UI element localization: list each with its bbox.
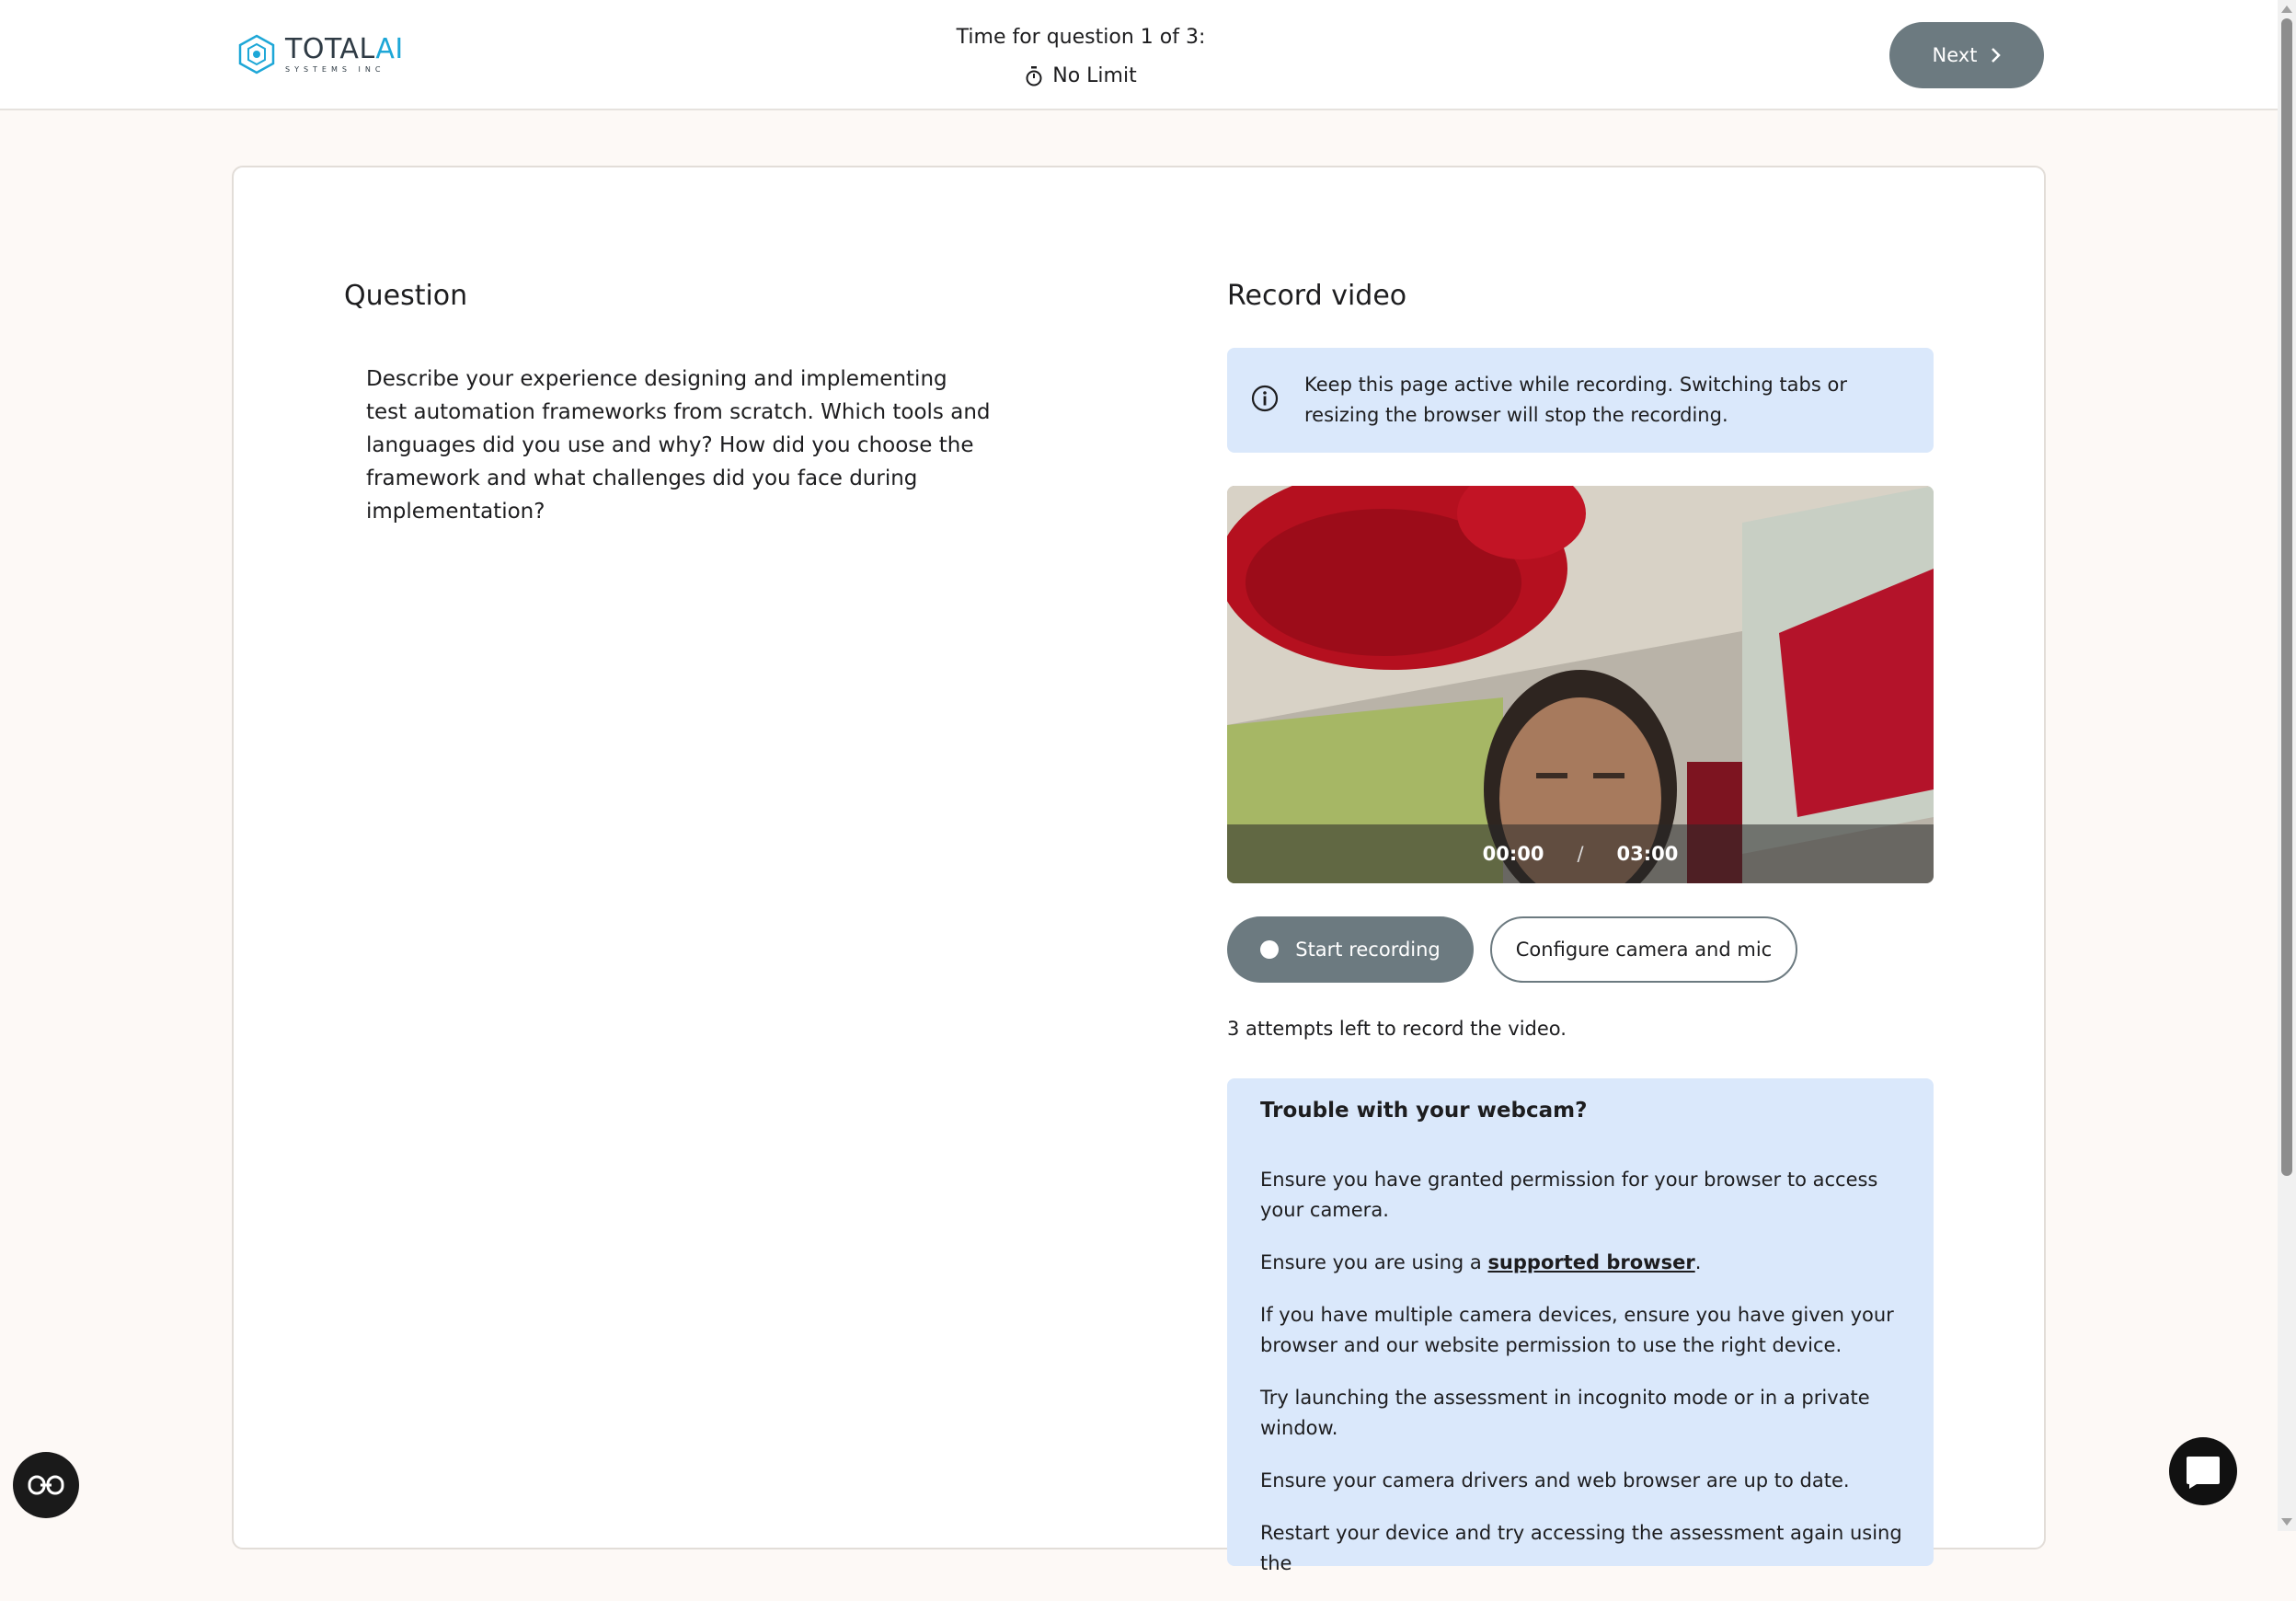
start-recording-button[interactable]: Start recording <box>1227 916 1474 983</box>
scroll-thumb[interactable] <box>2281 18 2292 1176</box>
timer-value-row: No Limit <box>947 61 1214 92</box>
time-separator: / <box>1577 843 1584 865</box>
troubleshoot-heading: Trouble with your webcam? <box>1260 1099 1588 1123</box>
chat-button[interactable] <box>2169 1437 2237 1505</box>
tip-incognito: Try launching the assessment in incognit… <box>1260 1387 1870 1439</box>
info-icon <box>1251 385 1279 412</box>
accessibility-button[interactable] <box>13 1452 79 1518</box>
chat-icon <box>2187 1457 2220 1489</box>
troubleshoot-list: Ensure you have granted permission for y… <box>1260 1165 1904 1601</box>
question-timer: Time for question 1 of 3: No Limit <box>947 22 1214 92</box>
supported-browser-link[interactable]: supported browser <box>1487 1251 1694 1273</box>
logo-wordmark: TOTALAI SYSTEMS INC <box>285 32 404 74</box>
page-scrollbar[interactable] <box>2278 0 2296 1531</box>
top-header: TOTALAI SYSTEMS INC Time for question 1 … <box>0 0 2278 110</box>
record-dot-icon <box>1260 940 1280 959</box>
tip-restart: Restart your device and try accessing th… <box>1260 1522 1902 1574</box>
next-button[interactable]: Next <box>1889 22 2044 88</box>
scroll-up-arrow[interactable] <box>2281 6 2292 13</box>
time-limit: 03:00 <box>1616 843 1679 865</box>
company-logo: TOTALAI SYSTEMS INC <box>235 31 404 77</box>
logo-icon <box>238 34 275 75</box>
attempts-left: 3 attempts left to record the video. <box>1227 1018 1567 1040</box>
tip-multiple-cameras: If you have multiple camera devices, ens… <box>1260 1304 1894 1356</box>
tip-browser: Ensure you are using a supported browser… <box>1260 1251 1702 1273</box>
question-card: Question Describe your experience design… <box>232 166 2046 1574</box>
recording-info-text: Keep this page active while recording. S… <box>1304 374 1847 426</box>
chevron-right-icon <box>1992 48 2002 63</box>
question-text: Describe your experience designing and i… <box>366 367 991 524</box>
tip-permission: Ensure you have granted permission for y… <box>1260 1169 1878 1221</box>
timer-label: Time for question 1 of 3: <box>956 26 1206 49</box>
next-button-label: Next <box>1932 44 1978 66</box>
start-recording-label: Start recording <box>1295 939 1441 961</box>
stopwatch-icon <box>1026 66 1042 86</box>
record-video-heading: Record video <box>1227 280 1407 312</box>
webcam-troubleshoot-panel: Trouble with your webcam? Ensure you hav… <box>1227 1078 1934 1574</box>
webcam-preview: 00:00 / 03:00 <box>1227 486 1934 883</box>
configure-camera-button[interactable]: Configure camera and mic <box>1490 916 1797 983</box>
scroll-down-arrow[interactable] <box>2281 1518 2292 1526</box>
question-heading: Question <box>344 280 468 312</box>
video-time-bar: 00:00 / 03:00 <box>1227 824 1934 883</box>
accessibility-icon <box>28 1475 64 1495</box>
tip-drivers: Ensure your camera drivers and web brows… <box>1260 1469 1850 1492</box>
recording-info-banner: Keep this page active while recording. S… <box>1227 348 1934 453</box>
timer-value: No Limit <box>1052 64 1137 87</box>
elapsed-time: 00:00 <box>1482 843 1544 865</box>
